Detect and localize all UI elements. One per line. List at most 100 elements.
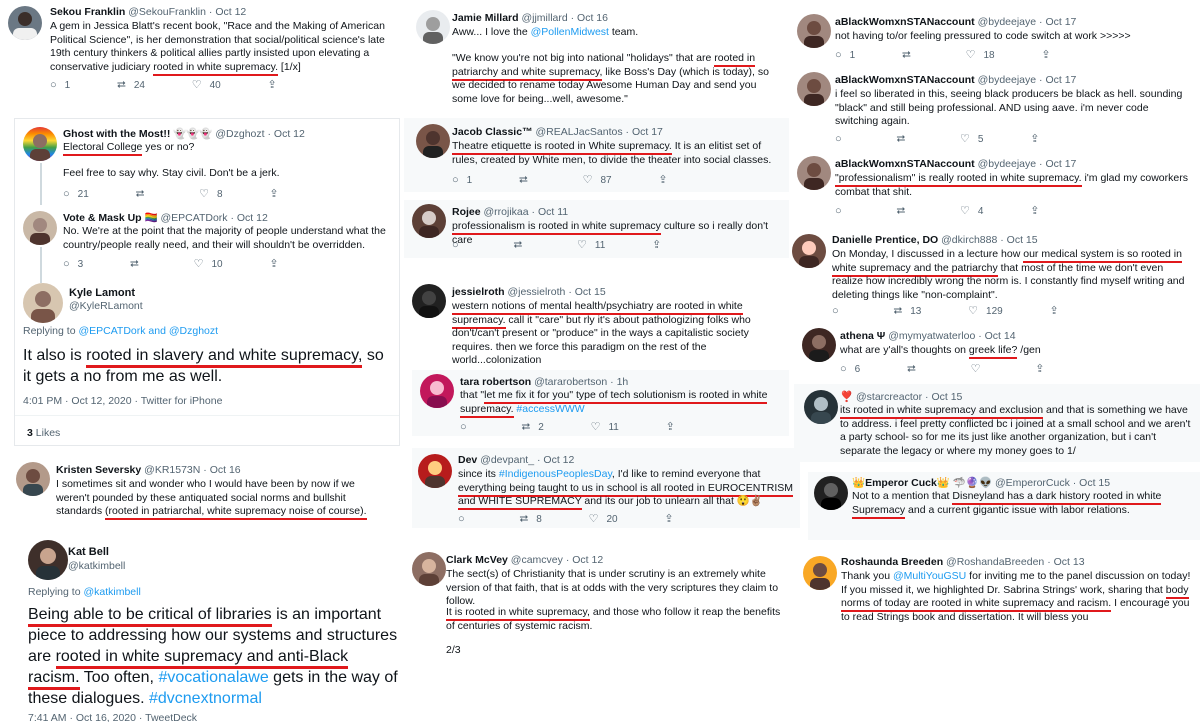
hashtag-link[interactable]: #IndigenousPeoplesDay — [499, 468, 612, 480]
avatar[interactable] — [804, 390, 838, 424]
handle[interactable]: @bydeejaye — [978, 16, 1037, 28]
display-name[interactable]: ❣️ — [840, 391, 853, 403]
timestamp[interactable]: Oct 15 — [575, 286, 606, 298]
display-name[interactable]: Kristen Seversky — [56, 464, 141, 476]
retweet-button[interactable]: ⮂ 24 — [117, 79, 145, 92]
avatar[interactable] — [28, 540, 68, 580]
like-button[interactable]: ♡ 10 — [194, 257, 223, 270]
avatar[interactable] — [23, 127, 57, 161]
avatar[interactable] — [792, 234, 826, 268]
timestamp[interactable]: Oct 17 — [1045, 74, 1076, 86]
share-button[interactable]: ⇪ — [652, 238, 669, 251]
avatar[interactable] — [802, 328, 836, 362]
handle[interactable]: @dkirch888 — [941, 234, 997, 246]
tweet-timestamp-meta[interactable]: 7:41 AM · Oct 16, 2020 · TweetDeck — [28, 712, 197, 722]
replying-to-link[interactable]: @katkimbell — [83, 586, 140, 598]
tweet-star[interactable]: ❣️ @starcreactor · Oct 15 its rooted in … — [794, 384, 1200, 462]
reply-button[interactable]: ○ 3 — [63, 258, 83, 270]
mention-link[interactable]: @PollenMidwest — [531, 26, 609, 38]
handle[interactable]: @tararobertson — [534, 376, 607, 388]
display-name[interactable]: Roshaunda Breeden — [841, 556, 943, 568]
like-button[interactable]: ♡ 5 — [960, 132, 983, 145]
handle[interactable]: @jjmillard — [521, 12, 567, 24]
share-button[interactable]: ⇪ — [664, 512, 681, 525]
retweet-button[interactable]: ⮂ — [136, 188, 153, 201]
timestamp[interactable]: Oct 16 — [210, 464, 241, 476]
avatar[interactable] — [803, 556, 837, 590]
like-button[interactable]: ♡ 129 — [968, 304, 1003, 317]
display-name[interactable]: Danielle Prentice, DO — [832, 234, 938, 246]
like-button[interactable]: ♡ 8 — [199, 187, 222, 200]
timestamp[interactable]: 1h — [617, 376, 629, 388]
tweet-dev[interactable]: Dev @devpant_ · Oct 12 since its #Indige… — [412, 448, 800, 528]
timestamp[interactable]: Oct 12 — [237, 212, 268, 224]
reply-button[interactable]: ○ — [835, 205, 850, 217]
timestamp[interactable]: Oct 14 — [985, 330, 1016, 342]
handle[interactable]: @REALJacSantos — [535, 126, 622, 138]
handle[interactable]: @KR1573N — [144, 464, 200, 476]
share-button[interactable]: ⇪ — [269, 257, 286, 270]
timestamp[interactable]: Oct 13 — [1054, 556, 1085, 568]
display-name[interactable]: jessielroth — [452, 286, 505, 298]
timestamp[interactable]: Oct 12 — [215, 6, 246, 18]
share-button[interactable]: ⇪ — [1050, 304, 1067, 317]
like-button[interactable]: ♡ — [971, 362, 989, 375]
hashtag-link[interactable]: #accessWWW — [516, 403, 584, 415]
timestamp[interactable]: Oct 11 — [538, 206, 568, 218]
like-button[interactable]: ♡ 18 — [966, 48, 995, 61]
timestamp[interactable]: Oct 17 — [1045, 158, 1076, 170]
retweet-button[interactable]: ⮂ — [896, 205, 913, 218]
tweet-jacob[interactable]: Jacob Classic™ @REALJacSantos · Oct 17 T… — [404, 118, 789, 192]
reply-button[interactable]: ○ 21 — [63, 188, 89, 200]
reply-button[interactable]: ○ — [452, 239, 467, 251]
timestamp[interactable]: Oct 12 — [572, 554, 603, 566]
tweet-jamie[interactable]: Jamie Millard @jjmillard · Oct 16 Aww...… — [404, 0, 789, 116]
reply-button[interactable]: ○ — [460, 421, 475, 433]
tweet-clark[interactable]: Clark McVey @camcvey · Oct 12 The sect(s… — [404, 546, 789, 670]
display-name[interactable]: Kyle Lamont — [69, 287, 135, 299]
timestamp[interactable]: Oct 17 — [632, 126, 663, 138]
share-button[interactable]: ⇪ — [1030, 132, 1047, 145]
retweet-button[interactable]: ⮂ — [907, 363, 924, 376]
retweet-button[interactable]: ⮂ — [896, 133, 913, 146]
display-name[interactable]: Ghost with the Most!! 👻👻👻 — [63, 128, 212, 140]
handle[interactable]: @Dzghozt — [215, 128, 264, 140]
avatar[interactable] — [412, 552, 446, 586]
avatar[interactable] — [416, 10, 450, 44]
handle[interactable]: @EmperorCuck — [995, 477, 1070, 489]
share-button[interactable]: ⇪ — [269, 187, 286, 200]
handle[interactable]: @bydeejaye — [978, 158, 1037, 170]
display-name[interactable]: Vote & Mask Up 🏳️‍🌈 — [63, 212, 158, 224]
display-name[interactable]: 👑Emperor Cuck👑 🦈🔮👽 — [852, 477, 992, 489]
like-button[interactable]: ♡ 40 — [192, 78, 221, 91]
like-button[interactable]: ♡ 4 — [960, 204, 983, 217]
reply-button[interactable]: ○ 1 — [452, 174, 472, 186]
like-button[interactable]: ♡ 20 — [589, 512, 618, 525]
handle[interactable]: @katkimbell — [68, 560, 125, 572]
display-name[interactable]: Rojee — [452, 206, 481, 218]
timestamp[interactable]: Oct 12 — [543, 454, 574, 466]
display-name[interactable]: Clark McVey — [446, 554, 508, 566]
tweet-danielle[interactable]: Danielle Prentice, DO @dkirch888 · Oct 1… — [790, 228, 1200, 320]
timestamp[interactable]: Oct 15 — [931, 391, 962, 403]
tweet-emperor[interactable]: 👑Emperor Cuck👑 🦈🔮👽 @EmperorCuck · Oct 15… — [808, 472, 1200, 540]
avatar[interactable] — [418, 454, 452, 488]
timestamp[interactable]: Oct 17 — [1045, 16, 1076, 28]
mention-link[interactable]: @MultiYouGSU — [893, 570, 966, 582]
avatar[interactable] — [23, 211, 57, 245]
share-button[interactable]: ⇪ — [666, 420, 683, 433]
avatar[interactable] — [814, 476, 848, 510]
handle[interactable]: @bydeejaye — [978, 74, 1037, 86]
share-button[interactable]: ⇪ — [1041, 48, 1058, 61]
handle[interactable]: @starcreactor — [856, 391, 922, 403]
tweet-timestamp-meta[interactable]: 4:01 PM · Oct 12, 2020 · Twitter for iPh… — [23, 395, 222, 407]
display-name[interactable]: athena Ψ — [840, 330, 885, 342]
avatar[interactable] — [16, 462, 50, 496]
share-button[interactable]: ⇪ — [1030, 204, 1047, 217]
replying-to-link[interactable]: @EPCATDork and @Dzghozt — [78, 325, 218, 337]
reply-button[interactable]: ○ 1 — [835, 49, 855, 61]
tweet-roshaunda[interactable]: Roshaunda Breeden @RoshandaBreeden · Oct… — [797, 550, 1200, 650]
avatar[interactable] — [416, 124, 450, 158]
handle[interactable]: @camcvey — [511, 554, 563, 566]
handle[interactable]: @EPCATDork — [160, 212, 227, 224]
